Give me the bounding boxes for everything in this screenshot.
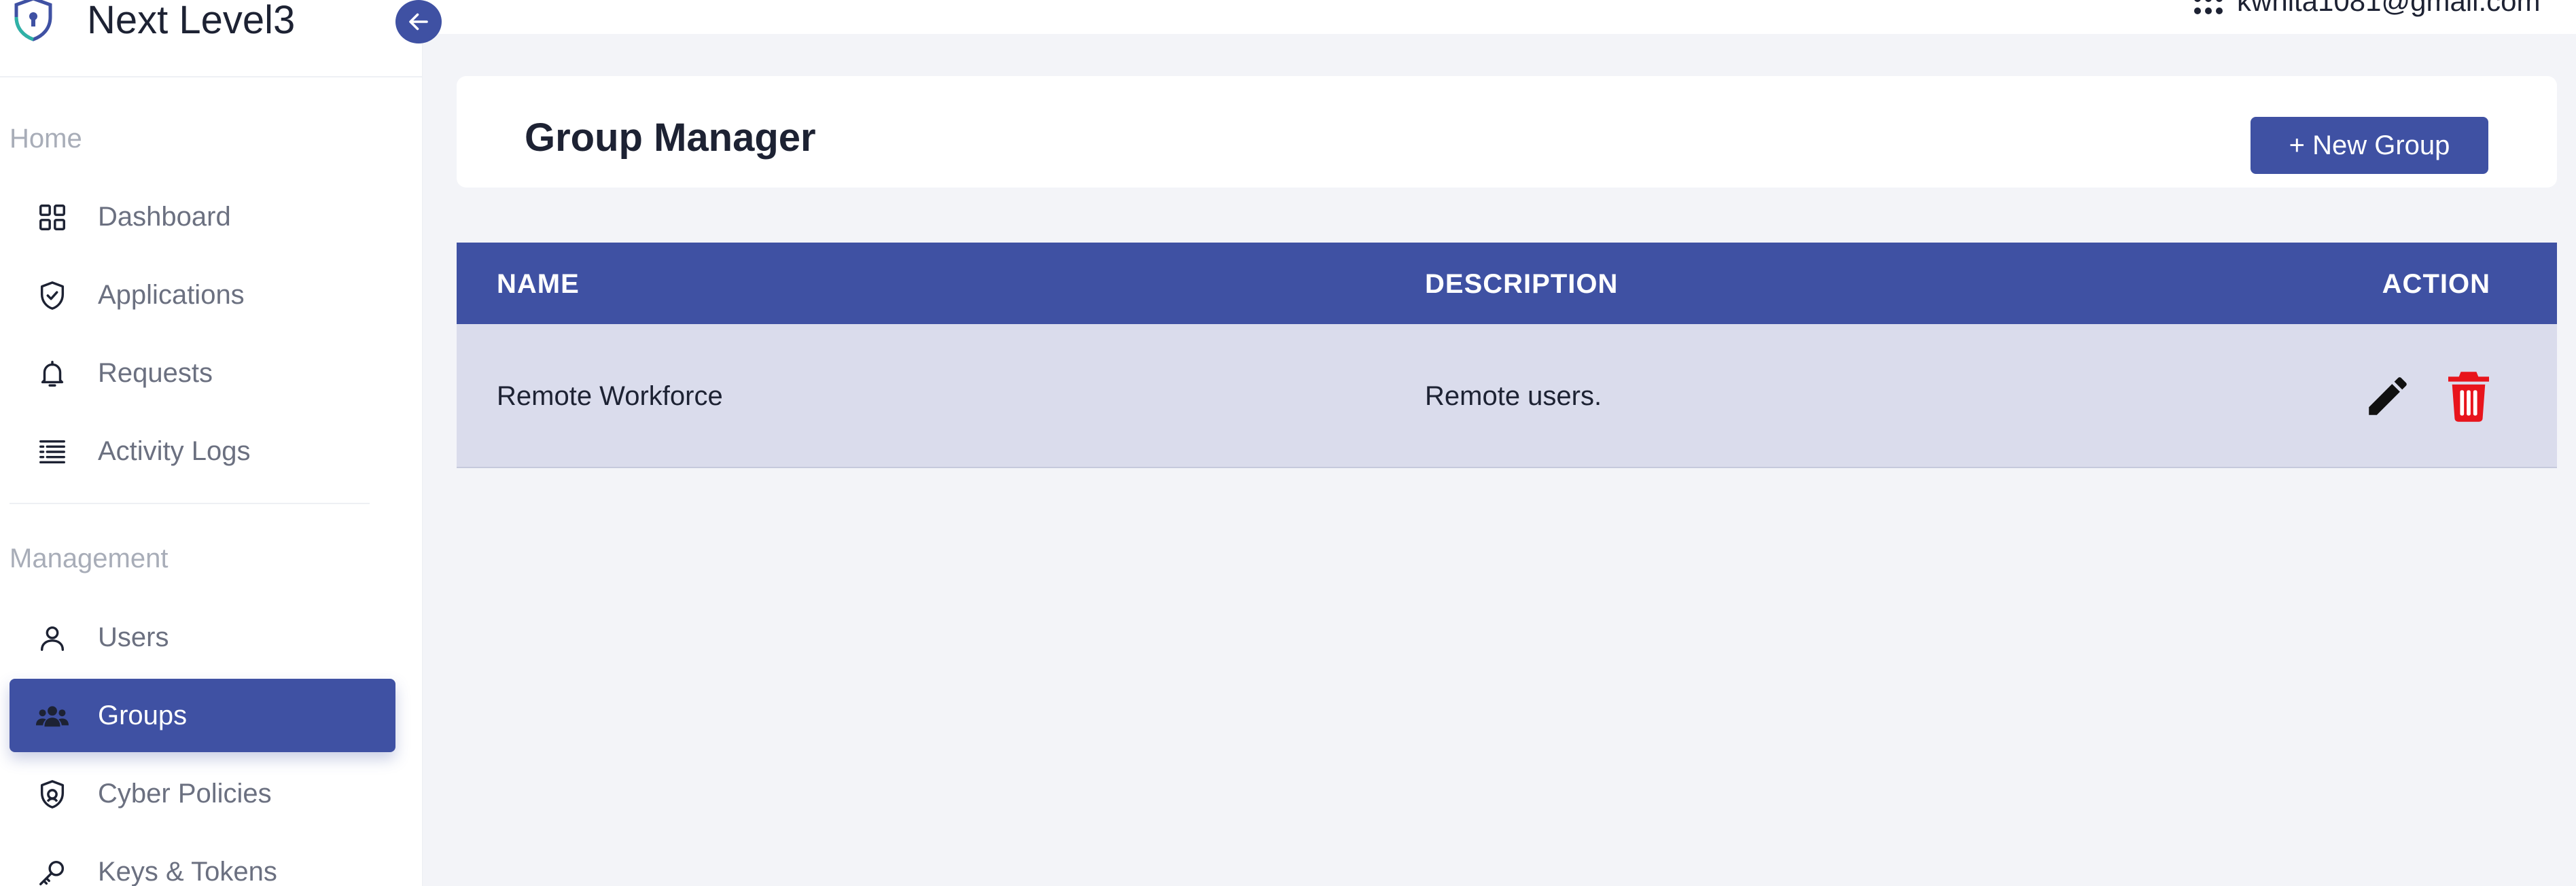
shield-lock-icon [35,777,69,811]
column-header-description: DESCRIPTION [1425,269,1619,299]
column-header-action: ACTION [2382,269,2490,299]
sidebar-item-applications[interactable]: Applications [10,258,395,332]
sidebar-item-activity-logs[interactable]: Activity Logs [10,414,395,488]
sidebar-item-requests[interactable]: Requests [10,336,395,410]
sidebar-item-label: Keys & Tokens [98,857,277,886]
sidebar-item-label: Groups [98,701,188,730]
page-header-card: Group Manager + New Group [457,76,2557,188]
delete-button[interactable] [2440,368,2497,425]
table-row[interactable]: Remote Workforce Remote users. [457,324,2557,468]
sidebar-divider [10,503,370,504]
column-header-name: NAME [497,269,580,299]
collapse-sidebar-button[interactable] [395,0,442,43]
arrow-left-icon [409,13,428,31]
brand-name: Next Level3 [87,0,296,42]
edit-button[interactable] [2359,368,2416,425]
apps-grid-icon[interactable] [2193,0,2223,18]
sidebar-item-label: Requests [98,358,213,388]
sidebar-item-label: Applications [98,280,245,310]
sidebar-item-label: Activity Logs [98,436,251,466]
page-title: Group Manager [525,116,816,160]
user-email[interactable]: kwhita1081@gmail.com [2237,0,2541,19]
sidebar-item-label: Users [98,622,169,652]
list-icon [35,435,69,469]
user-icon [35,621,69,655]
grid-icon [35,200,69,234]
sidebar: Next Level3 Home Dashboard Applications [0,0,442,886]
group-name-cell: Remote Workforce [497,381,723,411]
sidebar-item-label: Cyber Policies [98,779,272,809]
brand: Next Level3 [0,0,423,77]
group-description-cell: Remote users. [1425,381,1602,411]
sidebar-item-users[interactable]: Users [10,601,395,674]
users-group-icon [35,699,69,733]
sidebar-item-cyber-policies[interactable]: Cyber Policies [10,757,395,830]
top-bar: kwhita1081@gmail.com [423,0,2576,34]
bell-icon [35,357,69,391]
table-header: NAME DESCRIPTION ACTION [457,243,2557,324]
shield-logo-icon [14,0,52,41]
sidebar-item-keys-tokens[interactable]: Keys & Tokens [10,835,395,886]
sidebar-item-label: Dashboard [98,202,231,232]
section-label-management: Management [10,544,169,573]
new-group-button[interactable]: + New Group [2251,117,2488,174]
section-label-home: Home [10,124,82,154]
sidebar-item-dashboard[interactable]: Dashboard [10,180,395,253]
sidebar-item-groups[interactable]: Groups [10,679,395,752]
pencil-icon [2369,377,2407,415]
shield-check-icon [35,279,69,313]
key-icon [35,855,69,886]
groups-table: NAME DESCRIPTION ACTION Remote Workforce… [457,243,2557,468]
trash-icon [2448,372,2489,422]
